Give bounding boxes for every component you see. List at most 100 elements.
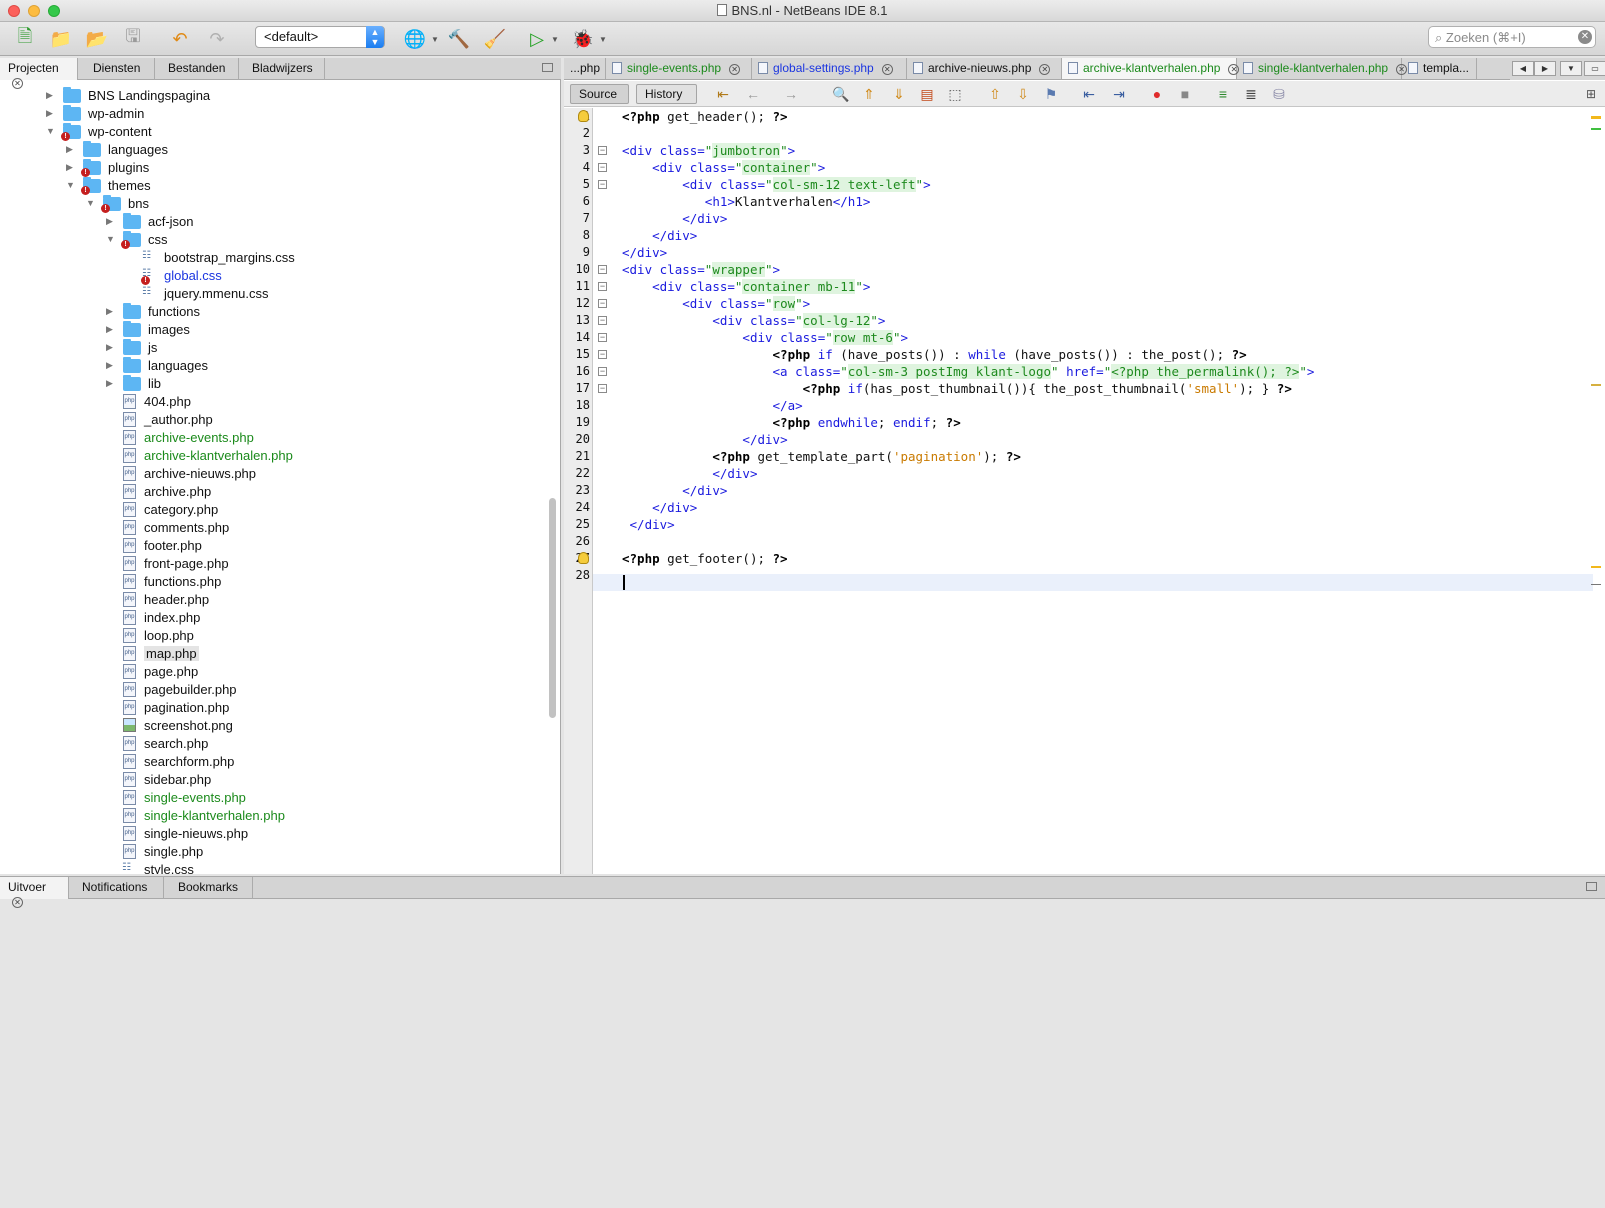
collapsed-arrow-icon[interactable]: ▶ bbox=[106, 324, 113, 335]
find-previous-icon[interactable]: ⇑ bbox=[860, 85, 878, 103]
editor-tab[interactable]: ...php bbox=[564, 58, 606, 79]
tree-item[interactable]: ▶ acf-json bbox=[0, 213, 540, 231]
editor-tab[interactable]: archive-nieuws.php ✕ bbox=[907, 58, 1062, 79]
editor-tab[interactable]: archive-klantverhalen.php ✕ bbox=[1062, 58, 1240, 79]
fold-toggle-icon[interactable]: − bbox=[598, 146, 607, 155]
toggle-bookmark-icon[interactable]: ⚑ bbox=[1042, 85, 1060, 103]
split-editor-icon[interactable]: ⊞ bbox=[1582, 85, 1600, 103]
tree-item[interactable]: ▼! css bbox=[0, 231, 540, 249]
expanded-arrow-icon[interactable]: ▼ bbox=[46, 126, 55, 136]
tree-item[interactable]: php page.php bbox=[0, 663, 540, 681]
hint-marker[interactable] bbox=[1591, 384, 1601, 386]
tree-item[interactable]: ▶ functions bbox=[0, 303, 540, 321]
comment-icon[interactable]: ≡ bbox=[1214, 85, 1232, 103]
tree-item[interactable]: php search.php bbox=[0, 735, 540, 753]
collapsed-arrow-icon[interactable]: ▶ bbox=[46, 90, 53, 101]
collapsed-arrow-icon[interactable]: ▶ bbox=[46, 108, 53, 119]
shift-right-icon[interactable]: ⇥ bbox=[1110, 85, 1128, 103]
tree-item[interactable]: php _author.php bbox=[0, 411, 540, 429]
tree-item[interactable]: php archive-nieuws.php bbox=[0, 465, 540, 483]
configuration-select[interactable]: <default> ▲ ▼ bbox=[255, 26, 385, 48]
collapsed-arrow-icon[interactable]: ▶ bbox=[106, 306, 113, 317]
history-view-button[interactable]: History bbox=[636, 84, 697, 104]
tree-item[interactable]: php archive-events.php bbox=[0, 429, 540, 447]
fold-toggle-icon[interactable]: − bbox=[598, 333, 607, 342]
expanded-arrow-icon[interactable]: ▼ bbox=[106, 234, 115, 244]
fold-toggle-icon[interactable]: − bbox=[598, 180, 607, 189]
tree-item[interactable]: php searchform.php bbox=[0, 753, 540, 771]
tree-item[interactable]: ▶ wp-admin bbox=[0, 105, 540, 123]
save-all-icon[interactable]: 🖫 bbox=[120, 26, 146, 51]
last-edit-icon[interactable]: ⇤ bbox=[714, 85, 732, 103]
collapsed-arrow-icon[interactable]: ▶ bbox=[66, 162, 73, 173]
code-area[interactable]: <?php get_header(); ?> <div class="jumbot… bbox=[622, 108, 1572, 874]
tree-item[interactable]: ☷! global.css bbox=[0, 267, 540, 285]
tab-notifications[interactable]: Notifications bbox=[69, 877, 164, 899]
tree-item[interactable]: php single-klantverhalen.php bbox=[0, 807, 540, 825]
tree-item[interactable]: ☷ style.css bbox=[0, 861, 540, 874]
tree-scrollbar[interactable] bbox=[549, 498, 556, 718]
toggle-highlight-icon[interactable]: ▤ bbox=[918, 85, 936, 103]
hint-bulb-icon[interactable] bbox=[578, 552, 589, 564]
fold-toggle-icon[interactable]: − bbox=[598, 299, 607, 308]
tree-item[interactable]: ▶ languages bbox=[0, 141, 540, 159]
hint-bulb-icon[interactable] bbox=[578, 110, 589, 122]
editor-tab[interactable]: single-klantverhalen.php ✕ bbox=[1237, 58, 1408, 79]
close-tab-icon[interactable]: ✕ bbox=[881, 64, 893, 75]
expanded-arrow-icon[interactable]: ▼ bbox=[86, 198, 95, 208]
back-icon[interactable]: ← bbox=[744, 85, 762, 103]
show-opened-documents-icon[interactable]: ▼ bbox=[1560, 61, 1582, 76]
collapsed-arrow-icon[interactable]: ▶ bbox=[106, 342, 113, 353]
tree-item[interactable]: ▶ languages bbox=[0, 357, 540, 375]
tree-item[interactable]: ▼! bns bbox=[0, 195, 540, 213]
collapsed-arrow-icon[interactable]: ▶ bbox=[106, 216, 113, 227]
new-project-icon[interactable]: 📁 bbox=[48, 27, 74, 51]
open-project-icon[interactable]: 📂 bbox=[84, 27, 110, 51]
editor-tab[interactable]: single-events.php ✕ bbox=[606, 58, 752, 79]
tree-item[interactable]: ▶ BNS Landingspagina bbox=[0, 87, 540, 105]
tab-projecten[interactable]: Projecten✕ bbox=[0, 58, 78, 89]
source-view-button[interactable]: Source bbox=[570, 84, 629, 104]
tree-item[interactable]: php pagination.php bbox=[0, 699, 540, 717]
tree-item[interactable]: ☷ jquery.mmenu.css bbox=[0, 285, 540, 303]
next-bookmark-icon[interactable]: ⇩ bbox=[1014, 85, 1032, 103]
new-file-icon[interactable]: 🗎 bbox=[12, 26, 38, 51]
tree-item[interactable]: php single-events.php bbox=[0, 789, 540, 807]
fold-toggle-icon[interactable]: − bbox=[598, 384, 607, 393]
previous-bookmark-icon[interactable]: ⇧ bbox=[986, 85, 1004, 103]
warning-marker[interactable] bbox=[1591, 116, 1601, 119]
tree-item[interactable]: php front-page.php bbox=[0, 555, 540, 573]
redo-icon[interactable]: ↷ bbox=[204, 27, 230, 51]
fold-toggle-icon[interactable]: − bbox=[598, 350, 607, 359]
tree-item[interactable]: php single-nieuws.php bbox=[0, 825, 540, 843]
tab-diensten[interactable]: Diensten bbox=[78, 58, 155, 80]
search-field[interactable]: ⌕ Zoeken (⌘+I) ✕ bbox=[1428, 26, 1596, 48]
forward-icon[interactable]: → bbox=[782, 85, 800, 103]
fold-toggle-icon[interactable]: − bbox=[598, 282, 607, 291]
start-macro-recording-icon[interactable]: ● bbox=[1148, 85, 1166, 103]
tree-item[interactable]: ▼! themes bbox=[0, 177, 540, 195]
editor-tab[interactable]: global-settings.php ✕ bbox=[752, 58, 907, 79]
tree-item[interactable]: php category.php bbox=[0, 501, 540, 519]
database-icon[interactable]: ⛁ bbox=[1270, 85, 1288, 103]
fold-toggle-icon[interactable]: − bbox=[598, 316, 607, 325]
tab-bestanden[interactable]: Bestanden bbox=[155, 58, 239, 80]
fold-toggle-icon[interactable]: − bbox=[598, 367, 607, 376]
tab-bladwijzers[interactable]: Bladwijzers bbox=[239, 58, 325, 80]
tree-item[interactable]: php footer.php bbox=[0, 537, 540, 555]
uncomment-icon[interactable]: ≣ bbox=[1242, 85, 1260, 103]
editor-tab[interactable]: templa... bbox=[1402, 58, 1477, 79]
debug-dropdown-icon[interactable]: ▼ bbox=[590, 27, 616, 51]
tree-item[interactable]: ▶ images bbox=[0, 321, 540, 339]
undo-icon[interactable]: ↶ bbox=[167, 27, 193, 51]
close-tab-icon[interactable]: ✕ bbox=[729, 64, 741, 75]
rectangular-selection-icon[interactable]: ⬚ bbox=[946, 85, 964, 103]
tree-item[interactable]: php single.php bbox=[0, 843, 540, 861]
warning-marker-bottom[interactable] bbox=[1591, 566, 1601, 568]
tree-item[interactable]: ▶ lib bbox=[0, 375, 540, 393]
find-next-icon[interactable]: ⇓ bbox=[890, 85, 908, 103]
collapsed-arrow-icon[interactable]: ▶ bbox=[106, 378, 113, 389]
clear-search-icon[interactable]: ✕ bbox=[1578, 30, 1592, 44]
fold-toggle-icon[interactable]: − bbox=[598, 265, 607, 274]
shift-left-icon[interactable]: ⇤ bbox=[1080, 85, 1098, 103]
